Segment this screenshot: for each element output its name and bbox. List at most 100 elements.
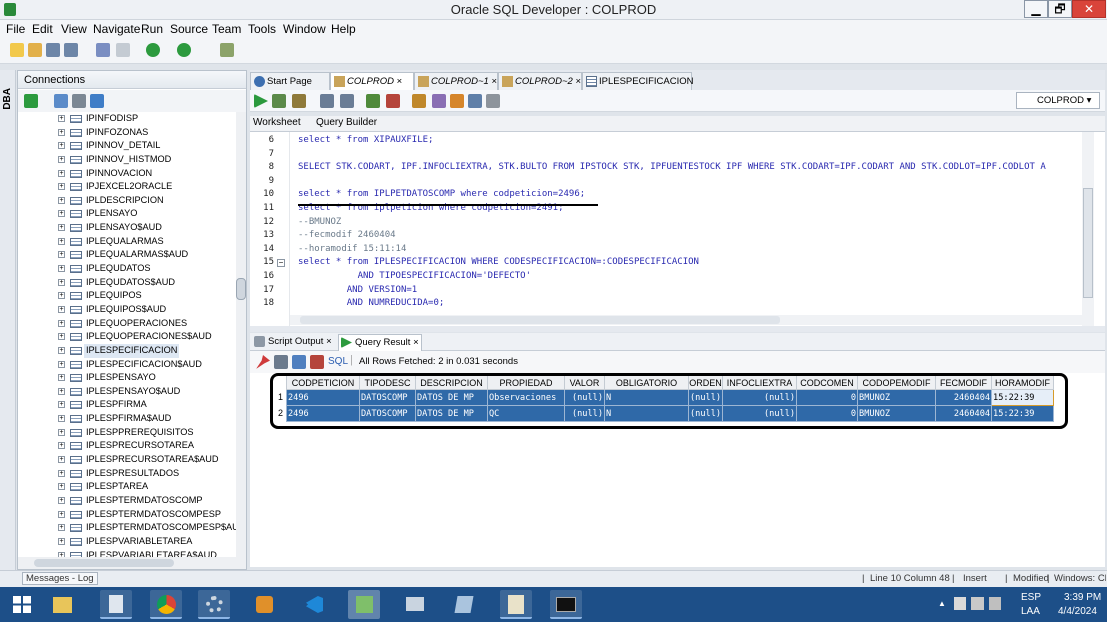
editor-horizontal-scrollbar[interactable] <box>290 315 1082 325</box>
close-icon[interactable]: × <box>326 336 332 347</box>
tab-worksheet[interactable]: Worksheet <box>253 117 301 128</box>
clock-date[interactable]: 4/4/2024 <box>1058 606 1097 617</box>
monitor-icon[interactable] <box>486 94 500 108</box>
command-prompt-icon[interactable] <box>550 590 582 619</box>
new-icon[interactable] <box>10 43 24 57</box>
menu-window[interactable]: Window <box>283 22 326 36</box>
input-language[interactable]: ESP <box>1021 592 1041 603</box>
format-icon[interactable] <box>432 94 446 108</box>
tree-item[interactable]: + IPINFODISP <box>18 112 236 126</box>
expand-icon[interactable]: + <box>58 428 65 436</box>
notepad-icon[interactable] <box>448 590 480 619</box>
refresh-icon[interactable] <box>292 355 306 369</box>
tree-item[interactable]: + IPINNOVACION <box>18 167 236 181</box>
expand-icon[interactable]: + <box>58 265 65 273</box>
tree-item[interactable]: + IPLENSAYO <box>18 207 236 221</box>
explain-plan-icon[interactable] <box>320 94 334 108</box>
code-line[interactable]: AND TIPOESPECIFICACION='DEFECTO' <box>298 271 531 281</box>
tree-item[interactable]: + IPLEQUIPOS$AUD <box>18 303 236 317</box>
file-explorer-icon[interactable] <box>46 590 78 619</box>
tab-script-output[interactable]: Script Output × <box>252 334 338 351</box>
editor-vertical-scrollbar[interactable] <box>1082 132 1094 326</box>
autotrace-icon[interactable] <box>292 94 306 108</box>
tree-item[interactable]: + IPLESPTERMDATOSCOMPESP$AUD <box>18 521 236 535</box>
cancel-query-icon[interactable] <box>310 355 324 369</box>
run-script-icon[interactable] <box>272 94 286 108</box>
tree-item[interactable]: + IPLEQUOPERACIONES$AUD <box>18 330 236 344</box>
remote-desktop-icon[interactable] <box>398 590 430 619</box>
expand-icon[interactable]: + <box>58 496 65 504</box>
tab-colprod[interactable]: COLPROD × <box>330 72 414 90</box>
tree-item[interactable]: + IPLEQUIPOS <box>18 289 236 303</box>
expand-icon[interactable]: + <box>58 278 65 286</box>
tree-item[interactable]: + IPLEQUALARMAS <box>18 235 236 249</box>
save-icon[interactable] <box>46 43 60 57</box>
expand-icon[interactable]: + <box>58 183 65 191</box>
chrome-icon[interactable] <box>150 590 182 619</box>
clock-time[interactable]: 3:39 PM <box>1064 592 1101 603</box>
tree-item[interactable]: + IPLESPRESULTADOS <box>18 467 236 481</box>
sql-link[interactable]: SQL <box>328 356 348 367</box>
code-line[interactable]: AND VERSION=1 <box>298 285 417 295</box>
tree-item[interactable]: + IPINNOV_DETAIL <box>18 139 236 153</box>
expand-icon[interactable]: + <box>58 224 65 232</box>
connection-selector[interactable]: COLPROD ▾ <box>1016 92 1100 109</box>
sql-developer-taskbar-icon[interactable] <box>348 590 380 619</box>
menu-tools[interactable]: Tools <box>248 22 276 36</box>
restore-button[interactable]: 🗗 <box>1048 0 1072 18</box>
tree-item[interactable]: + IPLESPVARIABLETAREA <box>18 535 236 549</box>
tree-item[interactable]: + IPLESPENSAYO <box>18 371 236 385</box>
expand-icon[interactable]: + <box>58 169 65 177</box>
code-line[interactable]: select * from XIPAUXFILE; <box>298 135 433 145</box>
tree-item[interactable]: + IPLESPECIFICACION <box>18 343 236 358</box>
pane-splitter[interactable] <box>250 326 1105 332</box>
dba-side-tab[interactable]: DBA <box>0 70 16 570</box>
scroll-thumb[interactable] <box>300 316 780 324</box>
vscode-icon[interactable] <box>298 590 330 619</box>
expand-icon[interactable]: + <box>58 128 65 136</box>
tree-item[interactable]: + IPINNOV_HISTMOD <box>18 153 236 167</box>
tray-expand-icon[interactable]: ▲ <box>938 599 946 608</box>
tree-item[interactable]: + IPLESPVARIABLETAREA$AUD <box>18 549 236 557</box>
open-icon[interactable] <box>28 43 42 57</box>
back-icon[interactable] <box>146 43 160 57</box>
add-connection-icon[interactable] <box>24 94 38 108</box>
run-statement-icon[interactable] <box>254 94 268 108</box>
expand-icon[interactable]: + <box>58 456 65 464</box>
commit-icon[interactable] <box>366 94 380 108</box>
tree-item[interactable]: + IPLEQUOPERACIONES <box>18 317 236 331</box>
menu-edit[interactable]: Edit <box>32 22 53 36</box>
expand-icon[interactable]: + <box>58 196 65 204</box>
print-icon[interactable] <box>274 355 288 369</box>
tab-messages-log[interactable]: Messages - Log <box>22 572 98 585</box>
code-line[interactable]: AND NUMREDUCIDA=0; <box>298 298 445 308</box>
save-all-icon[interactable] <box>64 43 78 57</box>
tree-item[interactable]: + IPLESPTERMDATOSCOMPESP <box>18 508 236 522</box>
expand-icon[interactable]: + <box>58 333 65 341</box>
expand-icon[interactable]: + <box>58 387 65 395</box>
flag-icon[interactable] <box>971 597 984 610</box>
tree-horizontal-scrollbar[interactable] <box>18 557 246 569</box>
expand-icon[interactable]: + <box>58 483 65 491</box>
input-layout[interactable]: LAA <box>1021 606 1040 617</box>
scroll-thumb[interactable] <box>1083 188 1093 298</box>
tree-item[interactable]: + IPLEQUALARMAS$AUD <box>18 248 236 262</box>
tab-query-builder[interactable]: Query Builder <box>316 117 377 128</box>
tree-item[interactable]: + IPLESPTAREA <box>18 480 236 494</box>
expand-icon[interactable]: + <box>58 469 65 477</box>
expand-icon[interactable]: + <box>58 305 65 313</box>
tree-item[interactable]: + IPINFOZONAS <box>18 126 236 140</box>
scroll-thumb[interactable] <box>34 559 174 567</box>
tree-item[interactable]: + IPLESPTERMDATOSCOMP <box>18 494 236 508</box>
menu-help[interactable]: Help <box>331 22 356 36</box>
code-line[interactable]: --horamodif 15:11:14 <box>298 244 406 254</box>
tab-iplespecificacion[interactable]: IPLESPECIFICACION <box>582 72 694 90</box>
tree-vertical-scrollbar[interactable] <box>236 112 246 557</box>
forward-icon[interactable] <box>177 43 191 57</box>
start-button[interactable] <box>6 590 38 619</box>
code-line[interactable]: SELECT STK.CODART, IPF.INFOCLIEXTRA, STK… <box>298 162 1046 172</box>
menu-file[interactable]: File <box>6 22 25 36</box>
expand-icon[interactable]: + <box>58 442 65 450</box>
sql-history-icon[interactable] <box>468 94 482 108</box>
filter-icon[interactable] <box>72 94 86 108</box>
